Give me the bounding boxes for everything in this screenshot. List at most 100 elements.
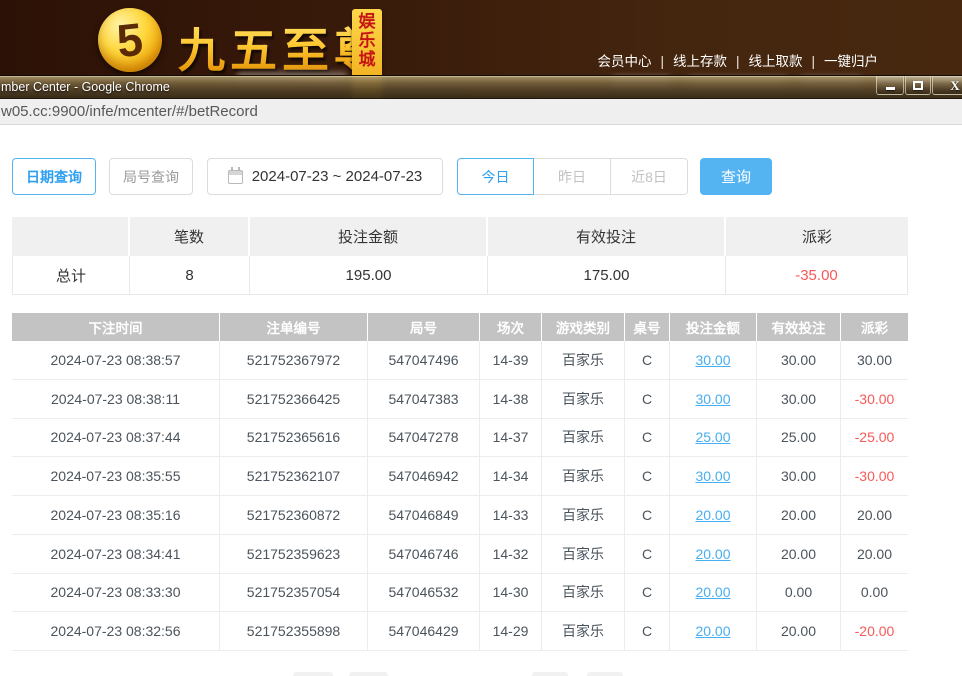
bet-amount-link[interactable]: 30.00 — [695, 352, 730, 368]
column-header: 桌号 — [625, 313, 670, 341]
bet-amount-link[interactable]: 20.00 — [695, 584, 730, 600]
cell-time: 2024-07-23 08:37:44 — [12, 419, 220, 458]
badge-char: 城 — [359, 50, 376, 69]
cell-session: 14-32 — [480, 535, 542, 574]
cell-bet: 20.00 — [670, 612, 757, 651]
cell-order: 521752367972 — [220, 341, 368, 380]
table-row: 2024-07-23 08:37:44521752365616547047278… — [12, 419, 908, 458]
cell-payout: 0.00 — [841, 574, 908, 613]
bet-record-page: 日期查询 局号查询 2024-07-23 ~ 2024-07-23 今日 昨日 … — [0, 125, 962, 676]
cell-time: 2024-07-23 08:34:41 — [12, 535, 220, 574]
brand-monogram: 5 — [115, 16, 145, 64]
cell-payout: 20.00 — [841, 496, 908, 535]
cell-session: 14-37 — [480, 419, 542, 458]
close-icon: X — [950, 79, 959, 92]
bet-amount-link[interactable]: 20.00 — [695, 546, 730, 562]
column-header: 局号 — [368, 313, 480, 341]
date-range-input[interactable]: 2024-07-23 ~ 2024-07-23 — [207, 158, 443, 195]
summary-header-cell: 有效投注 — [488, 217, 726, 256]
cell-round: 547046942 — [368, 457, 480, 496]
cell-bet: 20.00 — [670, 496, 757, 535]
cell-round: 547047383 — [368, 380, 480, 419]
tab-round-query[interactable]: 局号查询 — [109, 158, 193, 195]
cell-table: C — [625, 457, 670, 496]
pagination-button[interactable] — [349, 672, 388, 676]
column-header: 投注金额 — [670, 313, 757, 341]
cell-table: C — [625, 612, 670, 651]
minimize-button[interactable] — [876, 76, 904, 95]
cell-time: 2024-07-23 08:32:56 — [12, 612, 220, 651]
cell-payout: 30.00 — [841, 341, 908, 380]
bet-amount-link[interactable]: 30.00 — [695, 468, 730, 484]
summary-header-cell: 笔数 — [130, 217, 250, 256]
cell-game: 百家乐 — [542, 496, 625, 535]
nav-link[interactable]: 会员中心 — [597, 54, 651, 69]
summary-header-row: 笔数投注金额有效投注派彩 — [12, 217, 908, 256]
brand-logo-icon: 5 — [98, 8, 162, 72]
close-button[interactable]: X — [932, 76, 962, 95]
tab-date-query[interactable]: 日期查询 — [12, 158, 96, 195]
nav-link[interactable]: 线上存款 — [673, 54, 727, 69]
bet-amount-link[interactable]: 20.00 — [695, 623, 730, 639]
address-bar[interactable]: w05.cc:9900/infe/mcenter/#/betRecord — [0, 99, 962, 125]
maximize-icon — [913, 81, 923, 90]
nav-link[interactable]: 一键归户 — [824, 54, 878, 69]
cell-round: 547047496 — [368, 341, 480, 380]
maximize-button[interactable] — [905, 76, 931, 95]
window-title: mber Center - Google Chrome — [1, 80, 170, 94]
quick-8days-button[interactable]: 近8日 — [611, 158, 688, 195]
column-header: 场次 — [480, 313, 542, 341]
table-row: 2024-07-23 08:35:16521752360872547046849… — [12, 496, 908, 535]
badge-char: 娱 — [359, 12, 376, 31]
cell-valid: 20.00 — [757, 535, 841, 574]
summary-header-cell: 投注金额 — [250, 217, 488, 256]
nav-link[interactable]: 线上取款 — [748, 54, 802, 69]
cell-valid: 30.00 — [757, 341, 841, 380]
window-title-bar[interactable]: mber Center - Google Chrome X — [0, 75, 962, 99]
cell-payout: 20.00 — [841, 535, 908, 574]
summary-header-cell: 派彩 — [726, 217, 908, 256]
cell-time: 2024-07-23 08:35:16 — [12, 496, 220, 535]
badge-char: 乐 — [359, 31, 376, 50]
cell-session: 14-33 — [480, 496, 542, 535]
cell-time: 2024-07-23 08:35:55 — [12, 457, 220, 496]
cell-table: C — [625, 574, 670, 613]
cell-valid: 20.00 — [757, 496, 841, 535]
cell-payout: -30.00 — [841, 380, 908, 419]
bet-amount-link[interactable]: 30.00 — [695, 391, 730, 407]
cell-payout: -30.00 — [841, 457, 908, 496]
pagination-button[interactable] — [587, 672, 623, 676]
cell-table: C — [625, 419, 670, 458]
pagination-button[interactable] — [293, 672, 333, 676]
column-header: 派彩 — [841, 313, 908, 341]
bet-amount-link[interactable]: 25.00 — [695, 429, 730, 445]
column-header: 注单编号 — [220, 313, 368, 341]
cell-bet: 20.00 — [670, 574, 757, 613]
quick-today-button[interactable]: 今日 — [457, 158, 534, 195]
cell-order: 521752359623 — [220, 535, 368, 574]
cell-valid: 20.00 — [757, 612, 841, 651]
cell-round: 547046746 — [368, 535, 480, 574]
cell-payout: -25.00 — [841, 419, 908, 458]
quick-yesterday-button[interactable]: 昨日 — [534, 158, 611, 195]
cell-round: 547046849 — [368, 496, 480, 535]
summary-valid: 175.00 — [488, 256, 726, 295]
minimize-icon — [886, 87, 895, 90]
cell-valid: 25.00 — [757, 419, 841, 458]
cell-game: 百家乐 — [542, 535, 625, 574]
search-button[interactable]: 查询 — [700, 158, 772, 195]
cell-bet: 25.00 — [670, 419, 757, 458]
bet-amount-link[interactable]: 20.00 — [695, 507, 730, 523]
cell-order: 521752362107 — [220, 457, 368, 496]
table-row: 2024-07-23 08:32:56521752355898547046429… — [12, 612, 908, 651]
cell-order: 521752366425 — [220, 380, 368, 419]
cell-game: 百家乐 — [542, 341, 625, 380]
cell-payout: -20.00 — [841, 612, 908, 651]
window-controls: X — [876, 76, 962, 95]
top-nav: 会员中心|线上存款|线上取款|一键归户 — [597, 50, 878, 70]
column-header: 下注时间 — [12, 313, 220, 341]
cell-time: 2024-07-23 08:33:30 — [12, 574, 220, 613]
pagination-button[interactable] — [532, 672, 568, 676]
cell-game: 百家乐 — [542, 380, 625, 419]
cell-bet: 20.00 — [670, 535, 757, 574]
